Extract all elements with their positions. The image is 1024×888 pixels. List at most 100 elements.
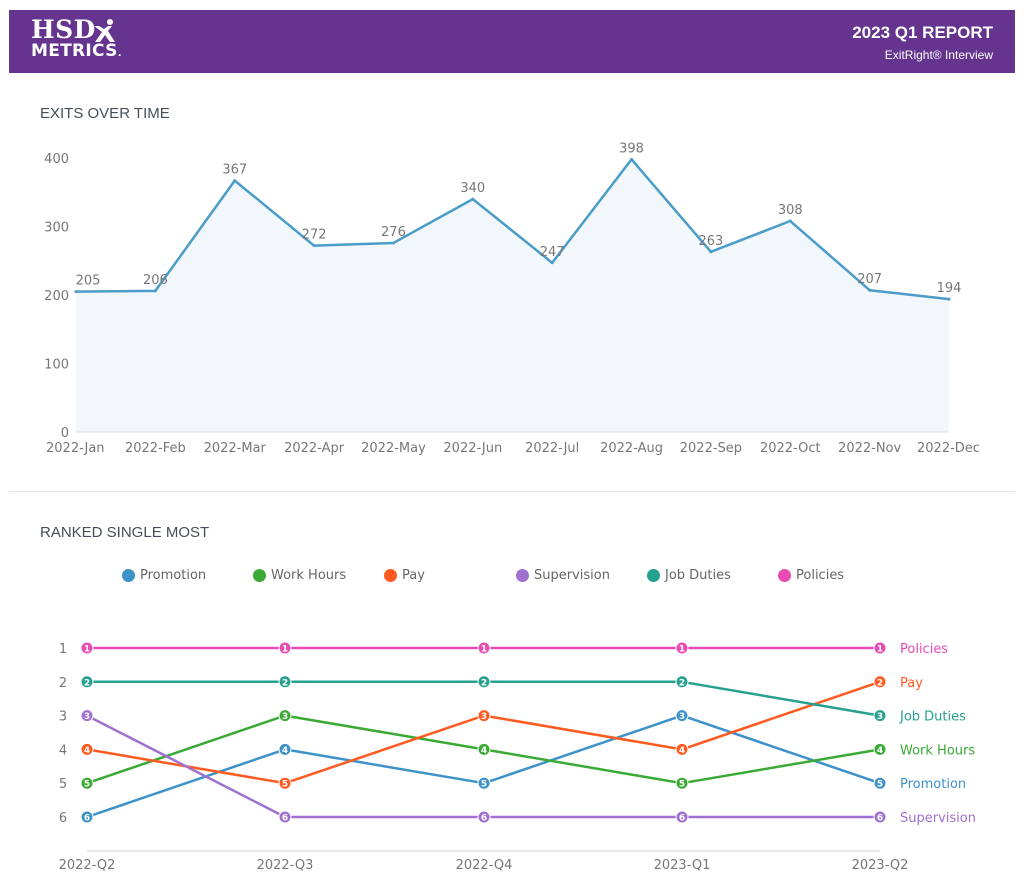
rank-y-tick-label: 3 (59, 710, 67, 725)
rank-x-tick-label: 2022-Q2 (59, 858, 116, 873)
rank-marker (873, 675, 887, 689)
legend-item-work-hours[interactable]: Work Hours (253, 568, 346, 583)
x-tick-label: 2022-Nov (838, 441, 901, 456)
legend-item-policies[interactable]: Policies (778, 568, 844, 583)
rank-x-tick-label: 2023-Q2 (852, 858, 909, 873)
x-tick-label: 2022-Sep (680, 441, 742, 456)
ranked-section-title: RANKED SINGLE MOST (40, 524, 210, 541)
data-point (153, 289, 157, 293)
series-job-duties: 2 2 2 2 3 Job Duties (80, 675, 966, 725)
legend-swatch-icon (647, 569, 660, 582)
series-end-label: Supervision (900, 811, 976, 826)
series-line (86, 714, 880, 819)
x-tick-label: 2022-Jan (46, 441, 105, 456)
rank-marker-label: 6 (84, 814, 90, 824)
rank-marker (675, 641, 689, 655)
data-point (947, 297, 951, 301)
rank-marker (675, 675, 689, 689)
x-tick-label: 2022-May (361, 441, 426, 456)
rank-marker-label: 4 (282, 746, 288, 756)
y-tick-label: 400 (44, 152, 69, 167)
legend-item-job-duties[interactable]: Job Duties (647, 568, 731, 583)
data-point (312, 244, 316, 248)
rank-marker (278, 641, 292, 655)
rank-marker (278, 709, 292, 723)
legend-swatch-icon (778, 569, 791, 582)
rank-marker-label: 5 (481, 780, 487, 790)
legend-label: Policies (796, 568, 845, 583)
rank-marker-label: 4 (679, 746, 685, 756)
series-promotion: 6 4 5 3 5 Promotion (80, 709, 966, 824)
rank-marker (80, 675, 94, 689)
data-point (391, 241, 395, 245)
rank-marker (873, 742, 887, 756)
data-label: 398 (619, 141, 644, 156)
data-label: 272 (302, 228, 327, 243)
data-label: 247 (540, 245, 565, 260)
rank-marker (477, 709, 491, 723)
rank-marker-label: 1 (877, 645, 883, 655)
rank-marker (477, 641, 491, 655)
rank-marker-label: 4 (481, 746, 487, 756)
rank-marker (675, 776, 689, 790)
series-line (86, 714, 881, 819)
data-point (868, 288, 872, 292)
series-line (86, 680, 881, 785)
ranked-chart-legend: Promotion Work Hours Pay Supervision Job Dut… (0, 568, 1024, 588)
rank-marker-label: 1 (679, 645, 685, 655)
x-tick-label: 2022-Oct (760, 441, 821, 456)
series-end-label: Job Duties (899, 710, 966, 725)
rank-marker-label: 6 (877, 814, 883, 824)
rank-y-tick-label: 6 (59, 811, 67, 826)
exits-over-time-chart: 0 100 200 300 400 205 206 367 272 276 340 247 398 263… (44, 141, 980, 456)
x-tick-label: 2022-Jul (525, 441, 579, 456)
area-fill (76, 159, 949, 432)
data-point (471, 197, 475, 201)
data-point (630, 157, 634, 161)
series-line (86, 714, 881, 785)
rank-marker (278, 810, 292, 824)
rank-marker-label: 2 (84, 678, 90, 688)
rank-marker-label: 3 (282, 712, 288, 722)
series-end-label: Work Hours (900, 743, 975, 758)
rank-marker-label: 5 (84, 780, 90, 790)
data-label: 207 (857, 272, 882, 287)
rank-marker-label: 4 (84, 746, 90, 756)
rank-y-tick-label: 5 (59, 777, 67, 792)
data-point (709, 250, 713, 254)
rank-marker-label: 3 (481, 712, 487, 722)
rank-x-tick-label: 2022-Q4 (456, 858, 513, 873)
legend-item-promotion[interactable]: Promotion (122, 568, 206, 583)
series-work-hours: 5 3 4 5 4 Work Hours (80, 709, 975, 790)
x-tick-label: 2022-Feb (125, 441, 186, 456)
rank-marker (873, 810, 887, 824)
rank-marker-label: 6 (282, 814, 288, 824)
legend-label: Job Duties (665, 568, 731, 583)
y-tick-label: 0 (61, 426, 69, 441)
rank-marker (675, 810, 689, 824)
rank-y-tick-label: 4 (59, 743, 67, 758)
rank-marker (873, 776, 887, 790)
rank-marker (675, 709, 689, 723)
y-tick-label: 100 (44, 358, 69, 373)
legend-label: Work Hours (271, 568, 347, 583)
data-label: 206 (143, 273, 168, 288)
legend-item-pay[interactable]: Pay (384, 568, 425, 583)
rank-marker-label: 5 (877, 780, 883, 790)
rank-marker-label: 4 (877, 746, 883, 756)
data-point (233, 179, 237, 183)
x-tick-label: 2022-Dec (917, 441, 980, 456)
data-label: 308 (778, 203, 803, 218)
y-tick-label: 300 (44, 221, 69, 236)
legend-item-supervision[interactable]: Supervision (516, 568, 610, 583)
rank-marker (80, 810, 94, 824)
x-tick-label: 2022-Apr (284, 441, 345, 456)
rank-marker-label: 6 (679, 814, 685, 824)
rank-marker (477, 675, 491, 689)
rank-marker-label: 2 (481, 678, 487, 688)
rank-y-tick-label: 2 (59, 676, 67, 691)
series-supervision: 3 6 6 6 6 Supervision (80, 709, 976, 826)
x-tick-label: 2022-Jun (443, 441, 502, 456)
legend-swatch-icon (384, 569, 397, 582)
data-label: 205 (76, 274, 101, 289)
